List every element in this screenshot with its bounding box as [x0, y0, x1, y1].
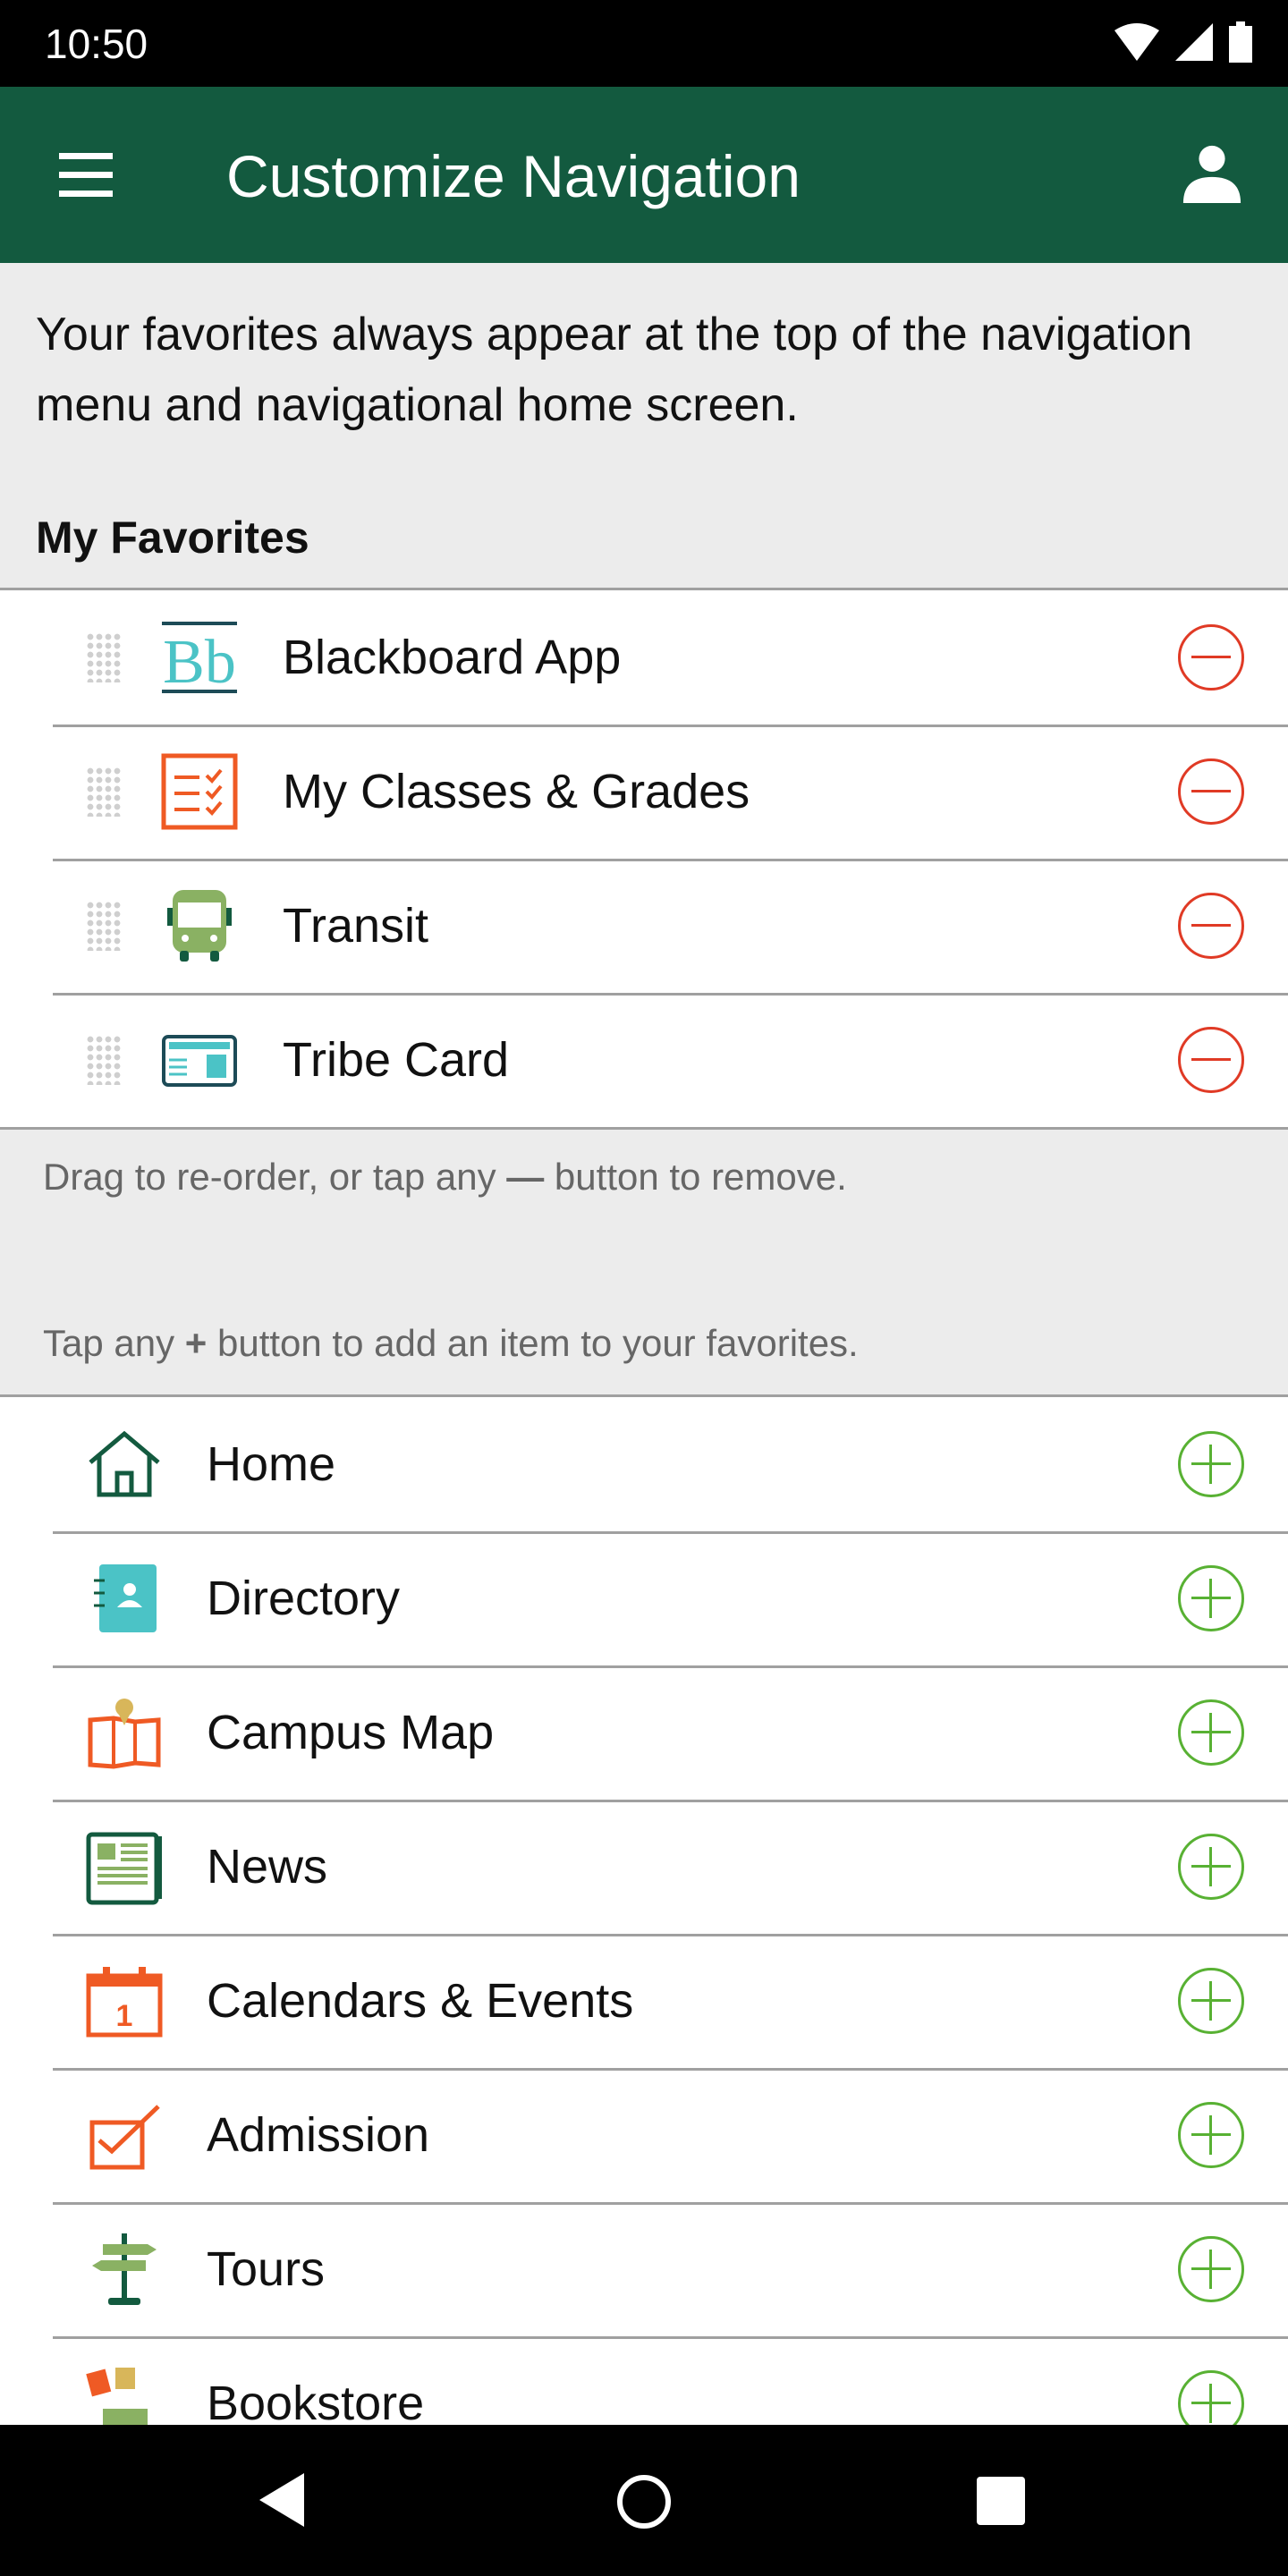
hint-text: Drag to re-order, or tap any — [43, 1156, 507, 1198]
reorder-hint: Drag to re-order, or tap any — button to… — [43, 1156, 847, 1199]
available-item[interactable]: Home — [0, 1397, 1288, 1531]
back-icon[interactable] — [259, 2473, 309, 2527]
favorite-item[interactable]: Transit — [0, 859, 1288, 993]
add-button[interactable] — [1178, 1968, 1244, 2034]
available-list: Home Directory Campus Map News 1 Calendars & … — [0, 1394, 1288, 2473]
available-label: Campus Map — [207, 1706, 495, 1759]
hint-text: button to remove. — [544, 1156, 847, 1198]
hint-symbol: — — [506, 1156, 545, 1198]
svg-text:Bb: Bb — [163, 628, 236, 697]
blackboard-icon: Bb — [159, 617, 240, 698]
user-icon[interactable] — [1181, 140, 1243, 203]
favorite-label: Tribe Card — [283, 1033, 510, 1087]
plus-icon — [1191, 1981, 1231, 2021]
hint-text: Tap any — [43, 1322, 185, 1364]
plus-icon — [1191, 2115, 1231, 2155]
battery-icon — [1229, 21, 1252, 63]
signal-icon — [1175, 23, 1213, 61]
hint-symbol: + — [184, 1322, 208, 1364]
favorite-label: Transit — [283, 899, 429, 953]
available-item[interactable]: News — [0, 1800, 1288, 1934]
admission-icon — [84, 2095, 165, 2175]
available-label: News — [207, 1840, 328, 1894]
id-card-icon — [159, 1020, 240, 1100]
add-button[interactable] — [1178, 1431, 1244, 1497]
intro-text: Your favorites always appear at the top … — [36, 309, 1193, 431]
page-title: Customize Navigation — [226, 143, 801, 209]
svg-text:1: 1 — [116, 1999, 133, 2033]
status-time: 10:50 — [45, 21, 148, 67]
available-item[interactable]: Admission — [0, 2068, 1288, 2202]
drag-handle-icon[interactable] — [86, 632, 122, 682]
add-button[interactable] — [1178, 2102, 1244, 2168]
remove-button[interactable] — [1178, 893, 1244, 959]
minus-icon — [1191, 1058, 1231, 1061]
minus-icon — [1191, 924, 1231, 927]
remove-button[interactable] — [1178, 758, 1244, 825]
available-label: Directory — [207, 1572, 401, 1625]
available-label: Admission — [207, 2108, 430, 2162]
plus-icon — [1191, 1579, 1231, 1618]
available-label: Tours — [207, 2242, 326, 2296]
directory-icon — [84, 1558, 165, 1639]
calendar-icon: 1 — [84, 1961, 165, 2041]
favorites-heading: My Favorites — [36, 513, 309, 563]
favorite-item[interactable]: Bb Blackboard App — [0, 590, 1288, 724]
bus-icon — [159, 886, 240, 966]
add-button[interactable] — [1178, 1699, 1244, 1766]
add-button[interactable] — [1178, 1565, 1244, 1631]
available-label: Calendars & Events — [207, 1974, 634, 2028]
favorite-item[interactable]: My Classes & Grades — [0, 724, 1288, 859]
wifi-icon — [1114, 23, 1159, 61]
available-label: Home — [207, 1437, 336, 1491]
plus-icon — [1191, 1445, 1231, 1484]
minus-icon — [1191, 790, 1231, 792]
map-icon — [84, 1692, 165, 1773]
plus-icon — [1191, 2384, 1231, 2423]
minus-icon — [1191, 656, 1231, 658]
status-bar: 10:50 — [0, 0, 1288, 87]
favorite-item[interactable]: Tribe Card — [0, 993, 1288, 1127]
remove-button[interactable] — [1178, 624, 1244, 691]
favorite-label: Blackboard App — [283, 631, 622, 684]
plus-icon — [1191, 2250, 1231, 2289]
recents-icon[interactable] — [977, 2477, 1025, 2525]
available-item[interactable]: Campus Map — [0, 1665, 1288, 1800]
available-item[interactable]: Tours — [0, 2202, 1288, 2336]
drag-handle-icon[interactable] — [86, 901, 122, 951]
favorite-label: My Classes & Grades — [283, 765, 750, 818]
available-item[interactable]: 1 Calendars & Events — [0, 1934, 1288, 2068]
available-item[interactable]: Directory — [0, 1531, 1288, 1665]
hamburger-icon[interactable] — [59, 153, 113, 198]
available-label: Bookstore — [207, 2377, 425, 2430]
home-nav-icon[interactable] — [615, 2473, 673, 2530]
home-icon — [84, 1424, 165, 1504]
plus-icon — [1191, 1847, 1231, 1886]
drag-handle-icon[interactable] — [86, 767, 122, 817]
add-button[interactable] — [1178, 2236, 1244, 2302]
signpost-icon — [84, 2229, 165, 2309]
remove-button[interactable] — [1178, 1027, 1244, 1093]
hint-text: button to add an item to your favorites. — [207, 1322, 859, 1364]
checklist-icon — [159, 751, 240, 832]
add-button[interactable] — [1178, 1834, 1244, 1900]
favorites-list: Bb Blackboard App My Classes & Grades Tr… — [0, 588, 1288, 1130]
add-hint: Tap any + button to add an item to your … — [43, 1322, 859, 1365]
app-bar: Customize Navigation — [0, 87, 1288, 263]
drag-handle-icon[interactable] — [86, 1035, 122, 1085]
plus-icon — [1191, 1713, 1231, 1752]
news-icon — [84, 1826, 165, 1907]
system-nav-bar — [0, 2425, 1288, 2576]
